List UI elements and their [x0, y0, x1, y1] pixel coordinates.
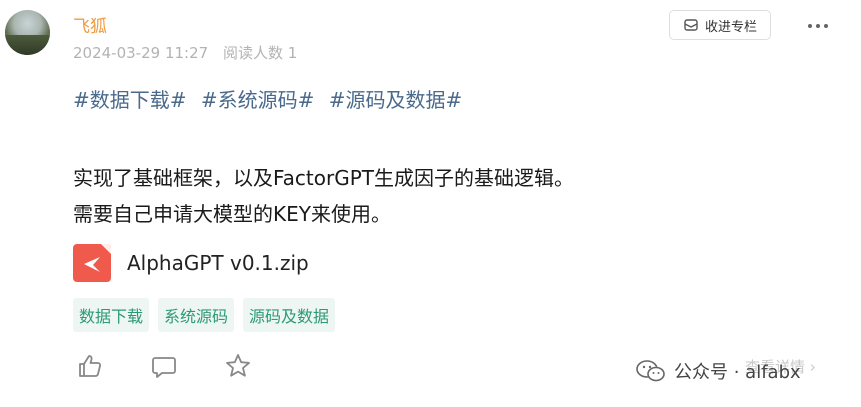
file-share-icon — [73, 244, 111, 282]
tag[interactable]: 系统源码 — [158, 298, 235, 332]
avatar[interactable] — [5, 10, 50, 55]
comment-icon[interactable] — [150, 352, 178, 380]
star-icon[interactable] — [224, 352, 252, 380]
watermark-text: 公众号 · alfabx — [674, 362, 801, 383]
action-bar — [76, 352, 252, 380]
wechat-icon — [636, 360, 665, 382]
content-line: 实现了基础框架，以及FactorGPT生成因子的基础逻辑。 — [73, 166, 574, 190]
read-count: 阅读人数 1 — [222, 44, 298, 62]
collect-to-column-button[interactable]: 收进专栏 — [669, 10, 771, 40]
content-line: 需要自己申请大模型的KEY来使用。 — [73, 202, 391, 226]
attachment-name[interactable]: AlphaGPT v0.1.zip — [127, 251, 309, 275]
post-date: 2024-03-29 11:27 — [73, 44, 209, 62]
tag-list: 数据下载 系统源码 源码及数据 — [73, 298, 336, 332]
author-name[interactable]: 飞狐 — [73, 12, 107, 37]
more-dots-icon[interactable] — [806, 16, 830, 36]
hashtag[interactable]: #源码及数据# — [329, 88, 463, 112]
hashtag[interactable]: #系统源码# — [201, 88, 315, 112]
collect-button-label: 收进专栏 — [704, 19, 757, 35]
tag[interactable]: 数据下载 — [73, 298, 150, 332]
post-content: 实现了基础框架，以及FactorGPT生成因子的基础逻辑。 需要自己申请大模型的… — [73, 160, 574, 232]
collect-icon — [684, 19, 698, 31]
attachment[interactable]: AlphaGPT v0.1.zip — [73, 244, 309, 282]
hashtag[interactable]: #数据下载# — [73, 88, 187, 112]
post-meta: 2024-03-29 11:27 阅读人数 1 — [73, 42, 297, 63]
thumbs-up-icon[interactable] — [76, 352, 104, 380]
tag[interactable]: 源码及数据 — [243, 298, 336, 332]
hashtag-list: #数据下载# #系统源码# #源码及数据# — [73, 84, 462, 113]
watermark: 公众号 · alfabx — [636, 358, 801, 384]
